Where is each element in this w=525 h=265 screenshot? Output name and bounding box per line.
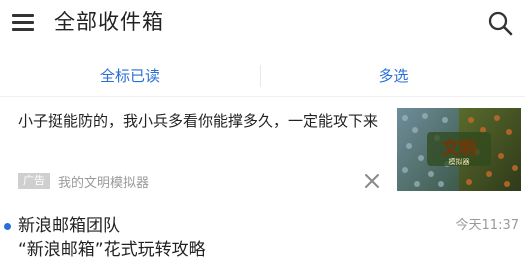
mail-subject: “新浪邮箱”花式玩转攻略 — [18, 240, 206, 260]
close-icon[interactable] — [364, 173, 380, 189]
hamburger-menu-icon[interactable] — [12, 12, 34, 32]
unread-dot — [4, 223, 11, 230]
ad-image-subcaption: 模拟器 — [449, 157, 470, 166]
multi-select-button[interactable]: 多选 — [262, 56, 525, 96]
action-bar: 全标已读 多选 — [0, 56, 525, 97]
ad-image-caption: 文明 — [442, 138, 476, 159]
ad-text: 小子挺能防的，我小兵多看你能撑多久，一定能攻下来 — [18, 112, 379, 130]
ad-source: 我的文明模拟器 — [58, 175, 150, 191]
ad-item[interactable]: 小子挺能防的，我小兵多看你能撑多久，一定能攻下来 广告 我的文明模拟器 文明 模… — [0, 100, 525, 200]
search-icon[interactable] — [487, 10, 513, 36]
ad-meta: 广告 我的文明模拟器 — [18, 172, 150, 191]
ad-badge: 广告 — [18, 173, 50, 189]
mail-sender: 新浪邮箱团队 — [18, 216, 120, 236]
ad-game-image[interactable]: 文明 模拟器 — [397, 108, 521, 191]
mark-all-read-button[interactable]: 全标已读 — [0, 56, 260, 96]
top-bar: 全部收件箱 — [0, 0, 525, 46]
mail-app: 全部收件箱 全标已读 多选 小子挺能防的，我小兵多看你能撑多久，一定能攻下来 广… — [0, 0, 525, 265]
page-title: 全部收件箱 — [54, 10, 164, 34]
mail-list-item[interactable]: 新浪邮箱团队 今天11:37 “新浪邮箱”花式玩转攻略 — [0, 208, 525, 265]
action-divider — [260, 65, 261, 87]
mail-time: 今天11:37 — [455, 218, 519, 233]
